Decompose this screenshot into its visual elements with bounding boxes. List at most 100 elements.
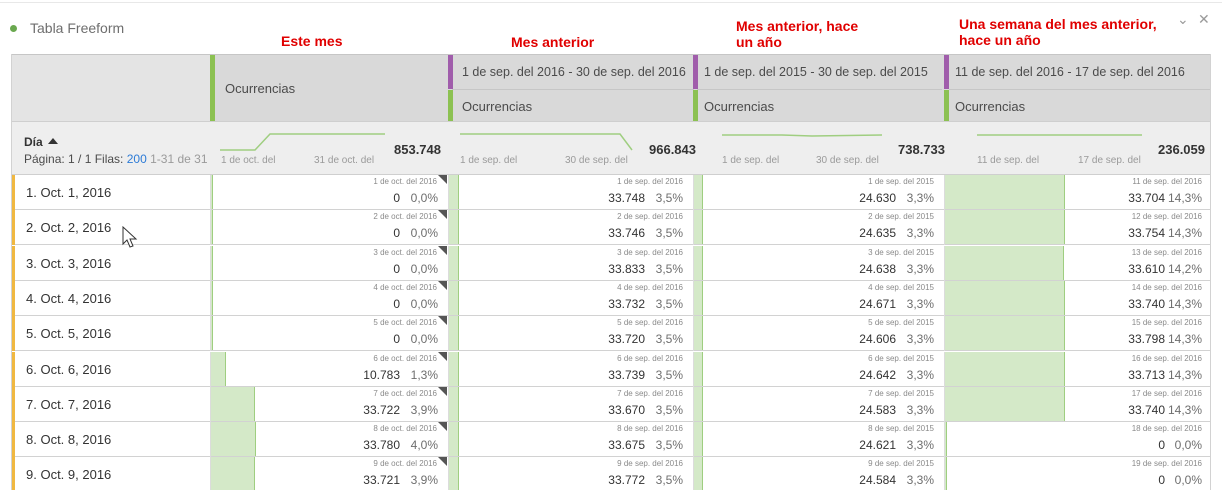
metric-cell[interactable]: 1 de sep. del 2016 33.748 3,5% (449, 175, 693, 210)
share-bar (211, 210, 213, 245)
table-row[interactable]: 4. Oct. 4, 2016 4 de oct. del 2016 0 0,0% 4 … (12, 280, 1210, 316)
col3-range-header[interactable]: 1 de sep. del 2015 - 30 de sep. del 2015 (694, 55, 942, 89)
dimension-header[interactable]: Día (24, 135, 59, 149)
table-row[interactable]: 6. Oct. 6, 2016 6 de oct. del 2016 10.783 1… (12, 351, 1210, 387)
table-row[interactable]: 9. Oct. 9, 2016 9 de oct. del 2016 33.721 3… (12, 457, 1210, 490)
metric-cell[interactable]: 7 de oct. del 2016 33.722 3,9% (211, 386, 448, 422)
col4-range-header[interactable]: 11 de sep. del 2016 - 17 de sep. del 201… (945, 55, 1210, 89)
col2-range-header[interactable]: 1 de sep. del 2016 - 30 de sep. del 2016 (452, 55, 694, 89)
metric-cell[interactable]: 18 de sep. del 2016 0 0,0% (945, 422, 1210, 457)
cell-date: 5 de sep. del 2015 (868, 318, 934, 328)
sort-asc-icon[interactable] (48, 138, 59, 144)
metric-cell[interactable]: 19 de sep. del 2016 0 0,0% (945, 457, 1210, 490)
metric-cell[interactable]: 3 de sep. del 2015 24.638 3,3% (694, 245, 944, 281)
table-row[interactable]: 7. Oct. 7, 2016 7 de oct. del 2016 33.722 3… (12, 386, 1210, 422)
row-selector-bar[interactable] (12, 422, 15, 458)
metric-cell[interactable]: 3 de oct. del 2016 0 0,0% (211, 245, 448, 281)
row-range: 1-31 de 31 (150, 152, 208, 166)
metric-cell[interactable]: 2 de oct. del 2016 0 0,0% (211, 210, 448, 245)
cell-percent: 3,3% (906, 332, 934, 347)
row-label[interactable]: 9. Oct. 9, 2016 (26, 467, 111, 482)
col3-metric-header[interactable]: Ocurrencias (694, 90, 942, 122)
metric-cell[interactable]: 8 de oct. del 2016 33.780 4,0% (211, 422, 448, 457)
share-bar (945, 422, 947, 457)
chevron-down-icon[interactable]: ⌄ (1177, 11, 1189, 28)
cell-percent: 3,5% (655, 261, 683, 276)
row-selector-bar[interactable] (12, 175, 15, 210)
cell-date: 3 de sep. del 2015 (868, 247, 934, 257)
row-label[interactable]: 2. Oct. 2, 2016 (26, 220, 111, 235)
metric-cell[interactable]: 14 de sep. del 2016 33.740 14,3% (945, 280, 1210, 316)
rows-per-page-link[interactable]: 200 (127, 152, 147, 166)
metric-cell[interactable]: 4 de oct. del 2016 0 0,0% (211, 280, 448, 316)
row-label[interactable]: 8. Oct. 8, 2016 (26, 432, 111, 447)
metric-cell[interactable]: 5 de oct. del 2016 0 0,0% (211, 316, 448, 351)
row-selector-bar[interactable] (12, 280, 15, 316)
col4-metric-header[interactable]: Ocurrencias (945, 90, 1210, 122)
row-selector-bar[interactable] (12, 386, 15, 422)
cell-percent: 3,5% (655, 438, 683, 453)
metric-cell[interactable]: 13 de sep. del 2016 33.610 14,2% (945, 245, 1210, 281)
metric-cell[interactable]: 7 de sep. del 2015 24.583 3,3% (694, 386, 944, 422)
metric-cell[interactable]: 6 de sep. del 2015 24.642 3,3% (694, 351, 944, 387)
table-row[interactable]: 5. Oct. 5, 2016 5 de oct. del 2016 0 0,0% 5 … (12, 316, 1210, 352)
table-row[interactable]: 1. Oct. 1, 2016 1 de oct. del 2016 0 0,0% 1 … (12, 175, 1210, 210)
metric-cell[interactable]: 6 de sep. del 2016 33.739 3,5% (449, 351, 693, 387)
sparkline-col3 (722, 134, 882, 137)
cell-value: 33.610 (1128, 261, 1165, 276)
cell-percent: 3,5% (655, 226, 683, 241)
metric-cell[interactable]: 2 de sep. del 2015 24.635 3,3% (694, 210, 944, 245)
row-label[interactable]: 6. Oct. 6, 2016 (26, 362, 111, 377)
metric-cell[interactable]: 5 de sep. del 2016 33.720 3,5% (449, 316, 693, 351)
row-selector-bar[interactable] (12, 316, 15, 352)
share-bar (945, 386, 1065, 421)
metric-cell[interactable]: 8 de sep. del 2016 33.675 3,5% (449, 422, 693, 457)
metric-cell[interactable]: 5 de sep. del 2015 24.606 3,3% (694, 316, 944, 351)
metric-cell[interactable]: 4 de sep. del 2015 24.671 3,3% (694, 280, 944, 316)
cell-date: 5 de oct. del 2016 (373, 318, 437, 328)
metric-cell[interactable]: 1 de sep. del 2015 24.630 3,3% (694, 175, 944, 210)
row-selector-bar[interactable] (12, 457, 15, 490)
table-row[interactable]: 8. Oct. 8, 2016 8 de oct. del 2016 33.780 4… (12, 422, 1210, 458)
col2-metric-header[interactable]: Ocurrencias (452, 90, 694, 122)
cell-value: 33.739 (608, 367, 645, 382)
cell-percent: 3,9% (410, 402, 438, 417)
metric-cell[interactable]: 1 de oct. del 2016 0 0,0% (211, 175, 448, 210)
total-col1: 853.748 (394, 142, 441, 157)
row-label[interactable]: 3. Oct. 3, 2016 (26, 256, 111, 271)
metric-cell[interactable]: 9 de oct. del 2016 33.721 3,9% (211, 457, 448, 490)
cell-corner-icon (438, 175, 447, 184)
metric-cell[interactable]: 4 de sep. del 2016 33.732 3,5% (449, 280, 693, 316)
metric-cell[interactable]: 2 de sep. del 2016 33.746 3,5% (449, 210, 693, 245)
row-selector-bar[interactable] (12, 351, 15, 387)
cell-corner-icon (438, 457, 447, 467)
table-row[interactable]: 3. Oct. 3, 2016 3 de oct. del 2016 0 0,0% 3 … (12, 245, 1210, 281)
share-bar (449, 457, 459, 490)
metric-cell[interactable]: 6 de oct. del 2016 10.783 1,3% (211, 351, 448, 387)
cell-date: 7 de sep. del 2015 (868, 388, 934, 398)
row-label[interactable]: 4. Oct. 4, 2016 (26, 291, 111, 306)
col1-metric-header[interactable]: Ocurrencias (215, 55, 447, 122)
metric-cell[interactable]: 8 de sep. del 2015 24.621 3,3% (694, 422, 944, 457)
metric-cell[interactable]: 11 de sep. del 2016 33.704 14,3% (945, 175, 1210, 210)
annotation-este-mes: Este mes (281, 33, 343, 49)
close-icon[interactable]: ✕ (1198, 11, 1210, 28)
share-bar (449, 386, 459, 421)
metric-cell[interactable]: 15 de sep. del 2016 33.798 14,3% (945, 316, 1210, 351)
row-selector-bar[interactable] (12, 245, 15, 281)
metric-cell[interactable]: 9 de sep. del 2016 33.772 3,5% (449, 457, 693, 490)
cell-value: 33.720 (608, 332, 645, 347)
metric-cell[interactable]: 17 de sep. del 2016 33.740 14,3% (945, 386, 1210, 422)
metric-cell[interactable]: 12 de sep. del 2016 33.754 14,3% (945, 210, 1210, 245)
row-label[interactable]: 5. Oct. 5, 2016 (26, 326, 111, 341)
table-row[interactable]: 2. Oct. 2, 2016 2 de oct. del 2016 0 0,0% 2 … (12, 210, 1210, 246)
metric-cell[interactable]: 9 de sep. del 2015 24.584 3,3% (694, 457, 944, 490)
metric-cell[interactable]: 7 de sep. del 2016 33.670 3,5% (449, 386, 693, 422)
metric-cell[interactable]: 3 de sep. del 2016 33.833 3,5% (449, 245, 693, 281)
row-label[interactable]: 1. Oct. 1, 2016 (26, 185, 111, 200)
cell-value: 33.798 (1128, 332, 1165, 347)
metric-cell[interactable]: 16 de sep. del 2016 33.713 14,3% (945, 351, 1210, 387)
freeform-table: Ocurrencias 1 de sep. del 2016 - 30 de s… (11, 54, 1211, 490)
row-selector-bar[interactable] (12, 210, 15, 246)
row-label[interactable]: 7. Oct. 7, 2016 (26, 397, 111, 412)
